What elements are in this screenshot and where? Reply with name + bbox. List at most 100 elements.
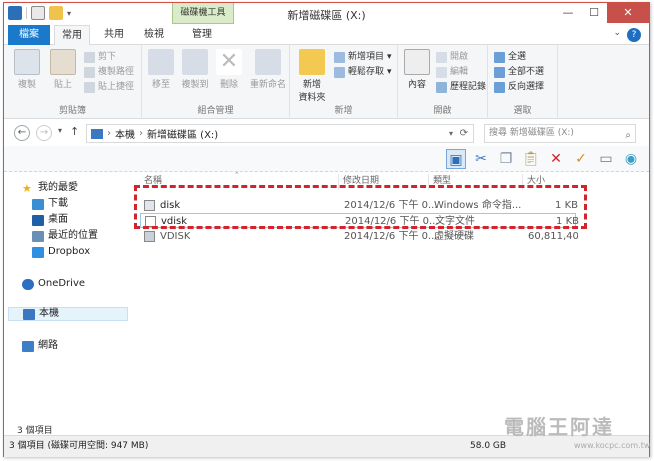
- rename-button[interactable]: 重新命名: [246, 49, 290, 90]
- select-all-label: 全選: [508, 52, 527, 62]
- easy-access-button[interactable]: 輕鬆存取 ▾: [334, 66, 392, 79]
- organize-group-label: 組合管理: [197, 106, 234, 116]
- copy-to-label: 複製到: [181, 80, 209, 90]
- layout-pane-icon[interactable]: ▣: [446, 149, 466, 169]
- nav-item-desktop[interactable]: 桌面: [32, 213, 68, 227]
- history-button[interactable]: 歷程記錄: [436, 81, 486, 94]
- open-button[interactable]: 開啟: [436, 51, 468, 64]
- copy-button[interactable]: 複製: [10, 49, 44, 90]
- nav-item-recent[interactable]: 最近的位置: [32, 229, 98, 243]
- search-placeholder: 搜尋 新增磁碟區 (X:): [489, 128, 574, 138]
- forward-button[interactable]: →: [36, 125, 52, 141]
- copy-label: 複製: [17, 80, 36, 90]
- paste-label: 貼上: [53, 80, 72, 90]
- paste-icon[interactable]: 📋︎: [521, 149, 541, 169]
- nav-item-label: 最近的位置: [48, 230, 98, 241]
- tab-file[interactable]: 檔案: [8, 25, 50, 45]
- address-dropdown-icon[interactable]: ▾: [449, 129, 453, 138]
- cut-icon[interactable]: ✂: [471, 149, 491, 169]
- edit-button[interactable]: 編輯: [436, 66, 468, 79]
- edit-icon: [436, 67, 447, 78]
- computer-icon: [23, 308, 35, 320]
- delete-icon[interactable]: ✕: [546, 149, 566, 169]
- properties-button[interactable]: 內容: [400, 49, 434, 90]
- address-bar[interactable]: › 本機 › 新增磁碟區 (X:) ▾ ⟳: [86, 124, 474, 143]
- file-name: VDISK: [160, 231, 191, 242]
- ribbon: 複製 貼上 剪下 複製路徑 貼上捷徑 剪貼簿 移至 複製到 ✕ 刪除 重新命名 …: [4, 45, 649, 119]
- new-item-button[interactable]: 新增項目 ▾: [334, 51, 392, 64]
- move-to-button[interactable]: 移至: [144, 49, 178, 90]
- new-item-label: 新增項目: [348, 52, 385, 62]
- nav-this-pc[interactable]: 本機: [8, 307, 128, 321]
- desktop-icon: [32, 214, 44, 226]
- dropbox-icon: [32, 246, 44, 258]
- breadcrumb-this-pc[interactable]: 本機: [115, 126, 135, 141]
- nav-item-label: 桌面: [48, 214, 68, 225]
- nav-item-label: 下載: [48, 198, 68, 209]
- select-all-icon: [494, 52, 505, 63]
- delete-button[interactable]: ✕ 刪除: [212, 49, 246, 90]
- paste-icon: [50, 49, 76, 75]
- select-group-label: 選取: [513, 106, 532, 116]
- back-button[interactable]: ←: [14, 125, 30, 141]
- nav-network[interactable]: 網路: [22, 339, 58, 353]
- rename-icon[interactable]: ▭: [596, 149, 616, 169]
- open-group: 內容 開啟 編輯 歷程記錄 開啟: [398, 45, 488, 119]
- new-folder-icon: [299, 49, 325, 75]
- cloud-icon: [22, 278, 34, 290]
- paste-shortcut-button[interactable]: 貼上捷徑: [84, 81, 134, 94]
- table-row[interactable]: VDISK 2014/12/6 下午 0... 虛擬硬碟 60,811,40..…: [140, 229, 578, 244]
- copy-icon[interactable]: ❐: [496, 149, 516, 169]
- tab-manage[interactable]: 管理: [180, 25, 224, 45]
- nav-item-dropbox[interactable]: Dropbox: [32, 245, 90, 259]
- invert-selection-label: 反向選擇: [508, 82, 545, 92]
- file-size: 60,811,40...: [528, 231, 578, 242]
- invert-selection-button[interactable]: 反向選擇: [494, 81, 544, 94]
- nav-favorites[interactable]: ★ 我的最愛: [22, 181, 78, 195]
- recent-places-icon: [32, 230, 44, 242]
- select-none-icon: [494, 67, 505, 78]
- network-icon: [22, 340, 34, 352]
- breadcrumb-drive[interactable]: 新增磁碟區 (X:): [147, 126, 218, 141]
- rename-label: 重新命名: [249, 80, 286, 90]
- copy-to-button[interactable]: 複製到: [178, 49, 212, 90]
- nav-onedrive[interactable]: OneDrive: [22, 277, 85, 291]
- history-icon: [436, 82, 447, 93]
- history-label: 歷程記錄: [450, 82, 487, 92]
- paste-shortcut-label: 貼上捷徑: [98, 82, 135, 92]
- nav-item-downloads[interactable]: 下載: [32, 197, 68, 211]
- delete-icon: ✕: [216, 49, 242, 75]
- new-folder-button[interactable]: 新增 資料夾: [294, 49, 330, 103]
- explorer-window: ▾ 磁碟機工具 新增磁碟區 (X:) — ☐ ✕ 檔案 常用 共用 檢視 管理 …: [3, 2, 650, 457]
- window-controls: — ☐ ✕: [555, 3, 649, 23]
- recent-locations-icon[interactable]: ▾: [58, 126, 62, 135]
- nav-this-pc-label: 本機: [39, 308, 59, 319]
- ribbon-collapse-icon[interactable]: ⌄: [613, 28, 621, 38]
- search-input[interactable]: 搜尋 新增磁碟區 (X:) ⌕: [484, 124, 636, 143]
- select-none-label: 全部不選: [508, 67, 545, 77]
- select-all-button[interactable]: 全選: [494, 51, 526, 64]
- tab-view[interactable]: 檢視: [136, 25, 172, 45]
- nav-item-label: Dropbox: [48, 246, 91, 257]
- watermark-brand: 電腦王阿達: [504, 415, 614, 439]
- up-arrow-icon[interactable]: ↑: [70, 125, 79, 138]
- copy-path-button[interactable]: 複製路徑: [84, 66, 134, 79]
- select-none-button[interactable]: 全部不選: [494, 66, 544, 79]
- nav-onedrive-label: OneDrive: [38, 278, 86, 289]
- tab-share[interactable]: 共用: [96, 25, 132, 45]
- checkmark-icon[interactable]: ✓: [571, 149, 591, 169]
- ribbon-tabs: 檔案 常用 共用 檢視 管理 ⌄ ?: [4, 25, 649, 46]
- maximize-button[interactable]: ☐: [581, 3, 607, 23]
- refresh-icon[interactable]: ⟳: [460, 128, 468, 139]
- close-button[interactable]: ✕: [607, 3, 649, 23]
- highlight-annotation: [134, 185, 587, 229]
- copy-path-icon: [84, 67, 95, 78]
- minimize-button[interactable]: —: [555, 3, 581, 23]
- open-group-label: 開啟: [433, 106, 452, 116]
- help-icon[interactable]: ?: [627, 28, 641, 42]
- paste-button[interactable]: 貼上: [46, 49, 80, 90]
- cut-button[interactable]: 剪下: [84, 51, 116, 64]
- tab-home[interactable]: 常用: [54, 25, 90, 46]
- nav-favorites-label: 我的最愛: [38, 182, 78, 193]
- shell-icon[interactable]: ◉: [621, 149, 641, 169]
